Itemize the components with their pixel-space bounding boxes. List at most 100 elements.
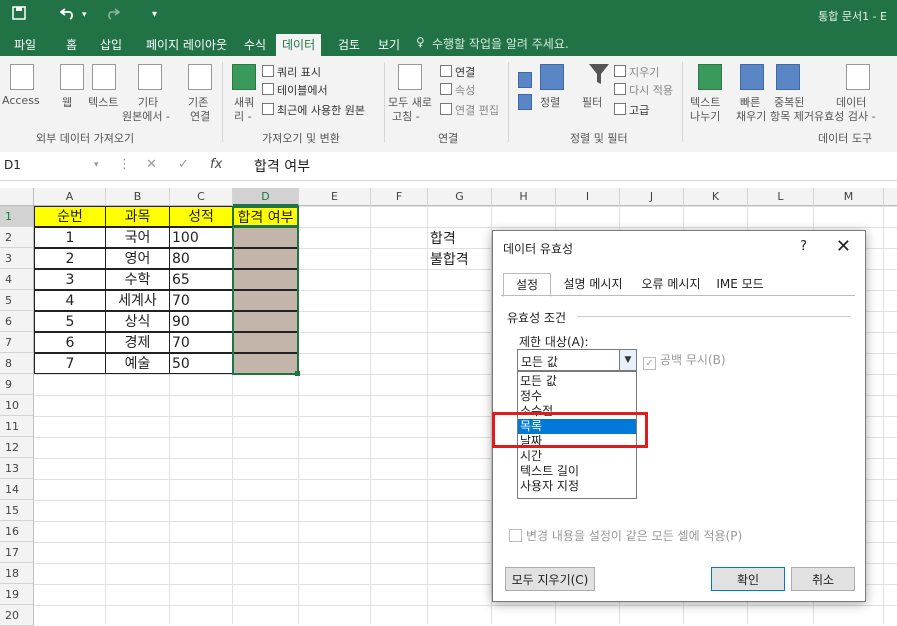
tab-file[interactable]: 파일 — [14, 35, 36, 55]
sort-icon[interactable] — [540, 64, 564, 90]
cancel-icon[interactable]: ✕ — [146, 157, 157, 172]
column-header-g[interactable]: G — [428, 188, 492, 206]
row-header[interactable]: 3 — [0, 248, 34, 269]
row-header[interactable]: 14 — [0, 479, 34, 500]
clear-all-button[interactable]: 모두 지우기(C) — [505, 567, 595, 591]
tab-settings[interactable]: 설정 — [503, 273, 551, 297]
column-header-h[interactable]: H — [492, 188, 556, 206]
ok-button[interactable]: 확인 — [711, 567, 785, 591]
text-to-columns-label-2[interactable]: 나누기 — [690, 108, 720, 124]
apply-to-all-checkbox[interactable]: 변경 내용을 설정이 같은 모든 셀에 적용(P) — [509, 527, 742, 544]
tab-data[interactable]: 데이터 — [276, 34, 322, 56]
tab-ime-mode[interactable]: IME 모드 — [709, 273, 771, 295]
tab-error-alert[interactable]: 오류 메시지 — [633, 273, 709, 295]
text-file-icon[interactable] — [92, 64, 116, 90]
column-header-l[interactable]: L — [748, 188, 814, 206]
filter-icon[interactable] — [588, 62, 610, 89]
existing-connections-label-2[interactable]: 연결 — [190, 108, 210, 124]
row-header[interactable]: 6 — [0, 311, 34, 332]
column-header-c[interactable]: C — [170, 188, 233, 206]
close-icon[interactable]: ✕ — [836, 236, 851, 257]
connections-button[interactable]: 연결 — [440, 64, 475, 80]
data-validation-label-2[interactable]: 유효성 검사 - — [814, 108, 876, 124]
row-header[interactable]: 9 — [0, 374, 34, 395]
sort-label[interactable]: 정렬 — [540, 94, 560, 110]
text-label[interactable]: 텍스트 — [88, 94, 118, 110]
help-icon[interactable]: ? — [800, 239, 807, 254]
cell-a7[interactable]: 6 — [34, 332, 106, 353]
row-header[interactable]: 1 — [0, 206, 34, 227]
cell-c3[interactable]: 80 — [169, 248, 233, 269]
sort-descending-icon[interactable] — [518, 94, 532, 110]
cell-b5[interactable]: 세계사 — [105, 290, 170, 311]
tab-page-layout[interactable]: 페이지 레이아웃 — [146, 35, 227, 55]
column-header-e[interactable]: E — [299, 188, 371, 206]
option-whole-number[interactable]: 정수 — [518, 389, 636, 404]
row-header[interactable]: 2 — [0, 227, 34, 248]
allow-select[interactable]: 모든 값 ▼ — [517, 349, 637, 371]
cell-a8[interactable]: 7 — [34, 353, 106, 374]
undo-dropdown-icon[interactable]: ▾ — [82, 10, 87, 20]
other-sources-label-2[interactable]: 원본에서 - — [122, 108, 170, 124]
column-header-d[interactable]: D — [233, 188, 299, 206]
cell-d1[interactable]: 합격 여부 — [232, 206, 299, 227]
other-sources-icon[interactable] — [138, 64, 162, 90]
web-icon[interactable] — [60, 64, 84, 90]
existing-connections-icon[interactable] — [188, 64, 212, 90]
cell-a5[interactable]: 4 — [34, 290, 106, 311]
recent-sources-button[interactable]: 최근에 사용한 원본 — [262, 102, 365, 118]
cell-c7[interactable]: 70 — [169, 332, 233, 353]
cell-g2[interactable]: 합격 — [430, 228, 456, 248]
cell-c5[interactable]: 70 — [169, 290, 233, 311]
row-header[interactable]: 12 — [0, 437, 34, 458]
properties-button[interactable]: 속성 — [440, 82, 475, 98]
advanced-filter-button[interactable]: 고급 — [614, 102, 649, 118]
cell-a4[interactable]: 3 — [34, 269, 106, 290]
fill-handle[interactable] — [295, 371, 300, 376]
option-any-value[interactable]: 모든 값 — [518, 374, 636, 389]
name-box-dropdown-icon[interactable]: ▾ — [94, 160, 99, 170]
column-header-f[interactable]: F — [371, 188, 428, 206]
undo-icon[interactable] — [59, 6, 76, 24]
ignore-blank-checkbox[interactable]: ✓ 공백 무시(B) — [643, 351, 726, 370]
refresh-all-icon[interactable] — [398, 64, 422, 90]
customize-toolbar-icon[interactable]: ▾ — [152, 9, 157, 20]
row-header[interactable]: 17 — [0, 542, 34, 563]
formula-input[interactable]: 합격 여부 — [254, 156, 310, 176]
column-header-k[interactable]: K — [684, 188, 748, 206]
row-header[interactable]: 15 — [0, 500, 34, 521]
cell-a1[interactable]: 순번 — [34, 206, 106, 227]
show-queries-button[interactable]: 쿼리 표시 — [262, 64, 321, 80]
text-to-columns-icon[interactable] — [698, 64, 722, 90]
option-custom[interactable]: 사용자 지정 — [518, 479, 636, 494]
cell-a2[interactable]: 1 — [34, 227, 106, 248]
row-header[interactable]: 20 — [0, 605, 34, 626]
cell-b1[interactable]: 과목 — [105, 206, 170, 227]
insert-function-icon[interactable]: fx — [210, 157, 222, 172]
cell-b8[interactable]: 예술 — [105, 353, 170, 374]
option-text-length[interactable]: 텍스트 길이 — [518, 464, 636, 479]
cell-b2[interactable]: 국어 — [105, 227, 170, 248]
tab-home[interactable]: 홈 — [66, 35, 77, 55]
clear-filter-button[interactable]: 지우기 — [614, 64, 659, 80]
row-header[interactable]: 19 — [0, 584, 34, 605]
cell-b4[interactable]: 수학 — [105, 269, 170, 290]
tab-view[interactable]: 보기 — [378, 35, 400, 55]
option-time[interactable]: 시간 — [518, 449, 636, 464]
new-query-icon[interactable] — [232, 64, 256, 90]
flash-fill-icon[interactable] — [740, 64, 764, 90]
name-box[interactable]: D1 — [0, 155, 104, 175]
tab-input-message[interactable]: 설명 메시지 — [555, 273, 631, 295]
cell-b7[interactable]: 경제 — [105, 332, 170, 353]
select-all-corner[interactable] — [0, 188, 34, 206]
web-label[interactable]: 웹 — [62, 94, 72, 110]
remove-duplicates-icon[interactable] — [776, 64, 800, 90]
tab-insert[interactable]: 삽입 — [100, 35, 122, 55]
cancel-button[interactable]: 취소 — [791, 567, 855, 591]
access-icon[interactable] — [10, 64, 34, 90]
remove-duplicates-label-2[interactable]: 항목 제거 — [770, 108, 814, 124]
row-header[interactable]: 11 — [0, 416, 34, 437]
redo-icon[interactable] — [106, 6, 121, 24]
row-header[interactable]: 7 — [0, 332, 34, 353]
cell-c8[interactable]: 50 — [169, 353, 233, 374]
